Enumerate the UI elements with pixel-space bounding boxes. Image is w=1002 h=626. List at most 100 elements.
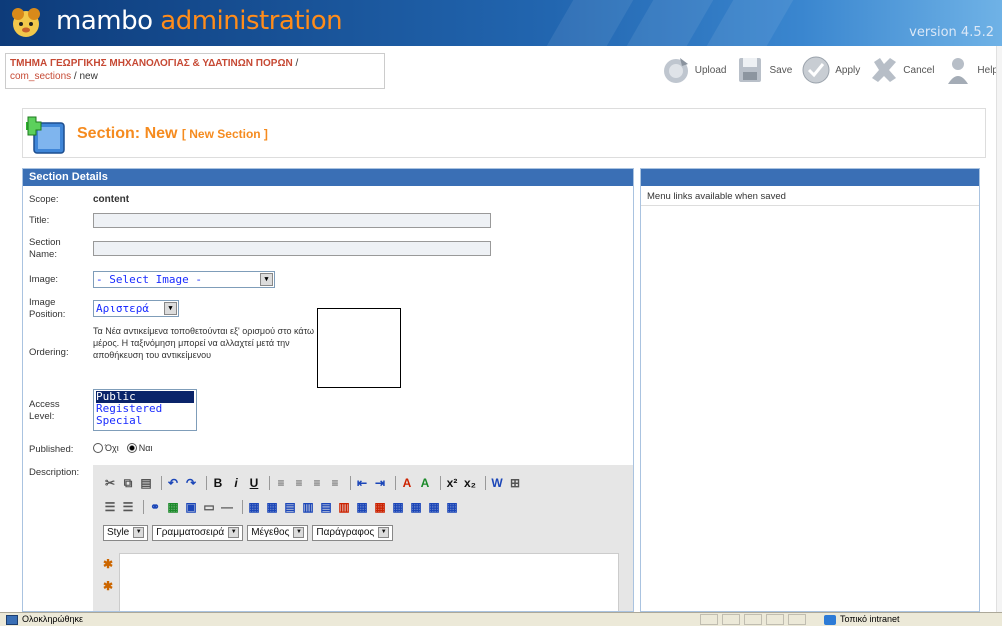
cancel-x-icon (872, 58, 897, 82)
access-level-label-line2: Level: (29, 411, 55, 422)
upload-button[interactable]: Upload (660, 54, 726, 86)
merge-cell-icon[interactable]: ▦ (373, 500, 387, 514)
underline-icon[interactable]: U (247, 476, 261, 490)
style-dropdown[interactable]: Style ▼ (103, 525, 149, 541)
access-option-special[interactable]: Special (96, 415, 194, 427)
title-label: Title: (29, 215, 50, 226)
checkmark-icon (802, 56, 830, 84)
size-dropdown[interactable]: Μέγεθος ▼ (247, 525, 309, 541)
page-scrollbar[interactable] (996, 46, 1002, 612)
image-select[interactable]: - Select Image - ▼ (93, 271, 275, 288)
align-justify-icon[interactable]: ≡ (328, 476, 342, 490)
horizontal-rule-icon[interactable]: — (220, 500, 234, 514)
special-char-icon[interactable]: ▭ (202, 500, 216, 514)
insert-row-icon[interactable]: ▤ (283, 500, 297, 514)
section-name-label-line1: Section (29, 237, 61, 248)
outdent-icon[interactable]: ⇤ (355, 476, 369, 490)
align-left-icon[interactable]: ≡ (274, 476, 288, 490)
delete-row-icon[interactable]: ▤ (319, 500, 333, 514)
cut-icon[interactable]: ✂ (103, 476, 117, 490)
chevron-down-icon: ▼ (378, 527, 390, 538)
superscript-icon[interactable]: x² (445, 476, 459, 490)
chevron-down-icon: ▼ (260, 273, 273, 286)
align-right-icon[interactable]: ≡ (310, 476, 324, 490)
help-button[interactable]: Help (942, 54, 998, 86)
breadcrumb-site[interactable]: ΤΜΗΜΑ ΓΕΩΡΓΙΚΗΣ ΜΗΧΑΝΟΛΟΓΙΑΣ & ΥΔΑΤΙΝΩΝ … (10, 58, 293, 69)
indent-icon[interactable]: ⇥ (373, 476, 387, 490)
status-cell (744, 614, 762, 625)
media-icon[interactable]: ▣ (184, 500, 198, 514)
cancel-button[interactable]: Cancel (868, 54, 934, 86)
published-no-label: Όχι (105, 443, 119, 453)
font-dropdown[interactable]: Γραμματοσειρά ▼ (152, 525, 244, 541)
table-delete-icon[interactable]: ▦ (445, 500, 459, 514)
row-props-icon[interactable]: ▦ (409, 500, 423, 514)
published-yes-label: Ναι (138, 443, 153, 453)
status-cell (788, 614, 806, 625)
chevron-down-icon: ▼ (228, 527, 240, 538)
format-dropdown[interactable]: Παράγραφος ▼ (312, 525, 394, 541)
table-props-icon[interactable]: ▦ (265, 500, 279, 514)
cell-props-icon[interactable]: ▦ (391, 500, 405, 514)
help-person-icon (948, 58, 969, 84)
description-editor-area[interactable] (119, 553, 619, 611)
security-zone-label: Τοπικό intranet (840, 614, 900, 624)
italic-icon[interactable]: i (229, 476, 243, 490)
page-header: Section: New [ New Section ] (22, 108, 986, 158)
font-color-icon[interactable]: A (400, 476, 414, 490)
delete-col-icon[interactable]: ▥ (337, 500, 351, 514)
title-input[interactable] (93, 213, 491, 228)
section-name-label: Section Name: (29, 237, 89, 261)
status-cell (766, 614, 784, 625)
link-icon[interactable]: ⚭ (148, 500, 162, 514)
image-icon[interactable]: ▦ (166, 500, 180, 514)
ordering-help-text: Τα Νέα αντικείμενα τοποθετούνται εξ' ορι… (93, 326, 315, 360)
breadcrumb-component[interactable]: com_sections (10, 71, 71, 82)
undo-icon[interactable]: ↶ (166, 476, 180, 490)
select-all-icon[interactable]: ⊞ (508, 476, 522, 490)
app-logo-text: mambo administration (56, 6, 343, 36)
paste-icon[interactable]: ▤ (139, 476, 153, 490)
published-no-radio[interactable] (93, 443, 103, 453)
section-details-heading: Section Details (23, 169, 633, 186)
insert-col-icon[interactable]: ▥ (301, 500, 315, 514)
save-button[interactable]: Save (734, 54, 792, 86)
page-title: Section: New [ New Section ] (77, 125, 268, 143)
apply-label: Apply (835, 64, 861, 76)
editor-toolbar-row-1: ✂ ⧉ ▤ ↶ ↷ B i U ≡ ≡ ≡ ≡ ⇤ ⇥ A A x² x₂ W (103, 473, 526, 493)
scope-label: Scope: (29, 194, 59, 205)
col-props-icon[interactable]: ▦ (427, 500, 441, 514)
word-paste-icon[interactable]: W (490, 476, 504, 490)
bold-icon[interactable]: B (211, 476, 225, 490)
insert-image-icon[interactable]: ✱ (101, 557, 115, 571)
apply-button[interactable]: Apply (800, 54, 860, 86)
toolbar-divider (395, 476, 396, 490)
image-position-select[interactable]: Αριστερά ▼ (93, 300, 179, 317)
ordered-list-icon[interactable]: ☰ (103, 500, 117, 514)
size-dropdown-value: Μέγεθος (251, 527, 290, 539)
chevron-down-icon: ▼ (164, 302, 177, 315)
published-yes-radio[interactable] (126, 443, 137, 453)
table-icon[interactable]: ▦ (247, 500, 261, 514)
page-done-icon (6, 615, 18, 625)
copy-icon[interactable]: ⧉ (121, 476, 135, 491)
section-name-input[interactable] (93, 241, 491, 256)
unordered-list-icon[interactable]: ☰ (121, 500, 135, 514)
menu-links-heading (641, 169, 979, 186)
toolbar-divider (242, 500, 243, 514)
subscript-icon[interactable]: x₂ (463, 476, 477, 490)
highlight-color-icon[interactable]: A (418, 476, 432, 490)
access-level-listbox[interactable]: Public Registered Special (93, 389, 197, 431)
access-level-label-line1: Access (29, 399, 60, 410)
redo-icon[interactable]: ↷ (184, 476, 198, 490)
page-break-icon[interactable]: ✱ (101, 579, 115, 593)
logo-accent: administration (160, 6, 343, 36)
style-dropdown-value: Style (107, 527, 130, 539)
toolbar-divider (161, 476, 162, 490)
header-decoration (626, 0, 714, 46)
breadcrumb-separator: / (292, 58, 299, 69)
split-cell-icon[interactable]: ▦ (355, 500, 369, 514)
align-center-icon[interactable]: ≡ (292, 476, 306, 490)
image-position-label-line2: Position: (29, 309, 66, 320)
editor-toolbar-row-2: ☰ ☰ ⚭ ▦ ▣ ▭ — ▦ ▦ ▤ ▥ ▤ ▥ ▦ ▦ ▦ ▦ ▦ ▦ (103, 497, 463, 517)
